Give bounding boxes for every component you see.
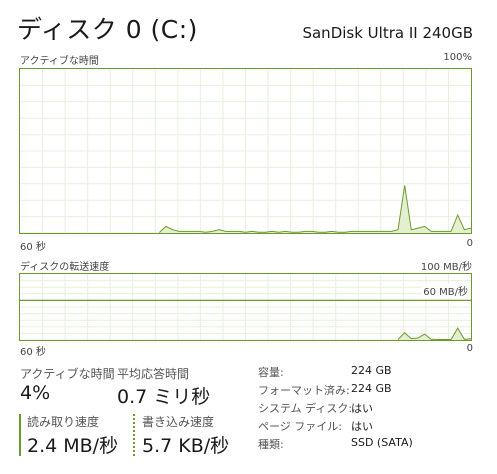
write-speed-label: 書き込み速度 xyxy=(142,415,215,429)
transfer-graph-svg xyxy=(20,274,471,340)
active-time-graph-label: アクティブな時間 xyxy=(20,56,99,67)
write-speed-legend-bar xyxy=(133,414,135,456)
page-file-value: はい xyxy=(351,420,373,433)
transfer-graph-time-label: 60 秒 xyxy=(20,347,46,358)
disk-model-name: SanDisk Ultra II 240GB xyxy=(302,24,473,42)
system-disk-value: はい xyxy=(351,402,373,415)
active-time-graph-svg xyxy=(20,69,471,233)
capacity-value: 224 GB xyxy=(351,364,392,377)
avg-response-value: 0.7 ミリ秒 xyxy=(117,386,211,408)
read-speed-value: 2.4 MB/秒 xyxy=(27,435,119,457)
active-time-graph-max-label: 100% xyxy=(443,52,472,63)
formatted-value: 224 GB xyxy=(351,382,392,395)
transfer-graph xyxy=(19,273,472,341)
transfer-graph-max-label: 100 MB/秒 xyxy=(420,262,472,273)
write-speed-value: 5.7 KB/秒 xyxy=(142,435,230,457)
read-speed-legend-bar xyxy=(19,414,21,456)
active-time-graph-time-label: 60 秒 xyxy=(20,242,46,253)
formatted-label: フォーマット済み: xyxy=(258,384,350,397)
disk-type-value: SSD (SATA) xyxy=(351,436,413,449)
active-time-graph-min-label: 0 xyxy=(466,238,473,249)
disk-type-label: 種類: xyxy=(258,438,284,451)
capacity-label: 容量: xyxy=(258,366,284,379)
active-time-graph-series-line xyxy=(158,185,471,233)
transfer-graph-label: ディスクの転送速度 xyxy=(20,262,110,273)
active-time-value: 4% xyxy=(20,382,51,404)
system-disk-label: システム ディスク: xyxy=(258,402,353,415)
active-time-label: アクティブな時間 xyxy=(20,367,115,381)
page-title: ディスク 0 (C:) xyxy=(17,15,198,44)
active-time-graph xyxy=(19,68,472,234)
transfer-graph-min-label: 0 xyxy=(466,343,473,354)
avg-response-label: 平均応答時間 xyxy=(117,367,190,381)
read-speed-label: 読み取り速度 xyxy=(27,415,100,429)
transfer-graph-reference-label: 60 MB/秒 xyxy=(421,283,470,298)
page-file-label: ページ ファイル: xyxy=(258,420,342,433)
